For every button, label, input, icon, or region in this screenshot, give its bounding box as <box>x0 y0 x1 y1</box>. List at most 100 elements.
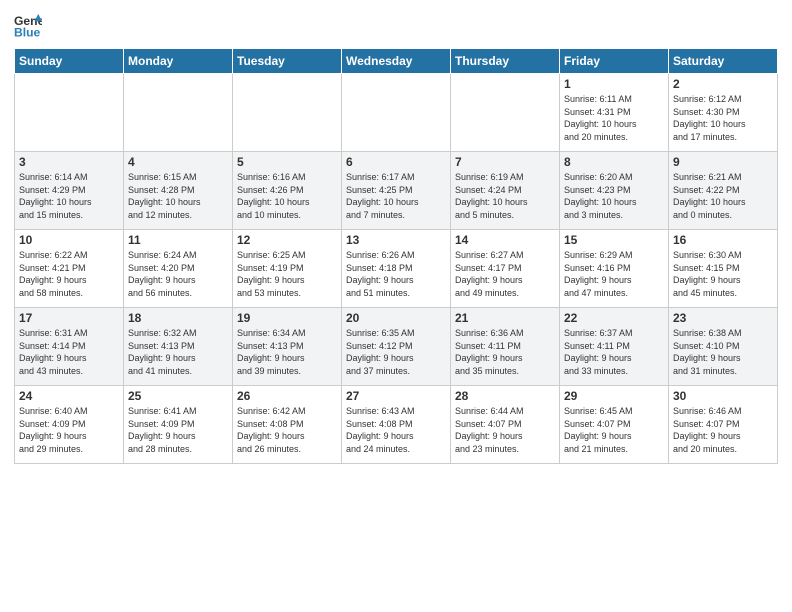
day-info: Sunrise: 6:27 AM Sunset: 4:17 PM Dayligh… <box>455 249 555 299</box>
calendar-cell: 18 Sunrise: 6:32 AM Sunset: 4:13 PM Dayli… <box>124 308 233 386</box>
day-number: 27 <box>346 389 446 403</box>
calendar-cell: 5 Sunrise: 6:16 AM Sunset: 4:26 PM Daylig… <box>233 152 342 230</box>
day-of-week-header: Friday <box>560 49 669 74</box>
calendar-cell: 23Sunrise: 6:38 AM Sunset: 4:10 PM Dayli… <box>669 308 778 386</box>
day-info: Sunrise: 6:11 AM Sunset: 4:31 PM Dayligh… <box>564 93 664 143</box>
day-info: Sunrise: 6:22 AM Sunset: 4:21 PM Dayligh… <box>19 249 119 299</box>
calendar-cell: 22 Sunrise: 6:37 AM Sunset: 4:11 PM Dayli… <box>560 308 669 386</box>
day-number: 26 <box>237 389 337 403</box>
day-of-week-header: Tuesday <box>233 49 342 74</box>
svg-text:Blue: Blue <box>14 25 41 39</box>
calendar-cell: 7 Sunrise: 6:19 AM Sunset: 4:24 PM Daylig… <box>451 152 560 230</box>
day-number: 29 <box>564 389 664 403</box>
day-info: Sunrise: 6:43 AM Sunset: 4:08 PM Dayligh… <box>346 405 446 455</box>
day-number: 1 <box>564 77 664 91</box>
calendar-table: SundayMondayTuesdayWednesdayThursdayFrid… <box>14 48 778 464</box>
day-info: Sunrise: 6:17 AM Sunset: 4:25 PM Dayligh… <box>346 171 446 221</box>
day-number: 10 <box>19 233 119 247</box>
calendar-week-row: 17 Sunrise: 6:31 AM Sunset: 4:14 PM Dayli… <box>15 308 778 386</box>
day-info: Sunrise: 6:15 AM Sunset: 4:28 PM Dayligh… <box>128 171 228 221</box>
calendar-cell: 29Sunrise: 6:45 AM Sunset: 4:07 PM Dayli… <box>560 386 669 464</box>
day-number: 18 <box>128 311 228 325</box>
header: General Blue <box>14 12 778 40</box>
day-number: 8 <box>564 155 664 169</box>
day-info: Sunrise: 6:31 AM Sunset: 4:14 PM Dayligh… <box>19 327 119 377</box>
calendar-cell: 27 Sunrise: 6:43 AM Sunset: 4:08 PM Dayli… <box>342 386 451 464</box>
calendar-cell: 24 Sunrise: 6:40 AM Sunset: 4:09 PM Dayli… <box>15 386 124 464</box>
calendar-cell: 11 Sunrise: 6:24 AM Sunset: 4:20 PM Dayli… <box>124 230 233 308</box>
calendar-cell: 6Sunrise: 6:17 AM Sunset: 4:25 PM Daylig… <box>342 152 451 230</box>
calendar-cell: 9Sunrise: 6:21 AM Sunset: 4:22 PM Daylig… <box>669 152 778 230</box>
day-info: Sunrise: 6:12 AM Sunset: 4:30 PM Dayligh… <box>673 93 773 143</box>
day-number: 4 <box>128 155 228 169</box>
day-info: Sunrise: 6:42 AM Sunset: 4:08 PM Dayligh… <box>237 405 337 455</box>
day-of-week-header: Sunday <box>15 49 124 74</box>
day-of-week-header: Thursday <box>451 49 560 74</box>
day-number: 25 <box>128 389 228 403</box>
day-number: 13 <box>346 233 446 247</box>
day-info: Sunrise: 6:24 AM Sunset: 4:20 PM Dayligh… <box>128 249 228 299</box>
day-info: Sunrise: 6:19 AM Sunset: 4:24 PM Dayligh… <box>455 171 555 221</box>
calendar-cell: 4 Sunrise: 6:15 AM Sunset: 4:28 PM Daylig… <box>124 152 233 230</box>
calendar-cell: 20 Sunrise: 6:35 AM Sunset: 4:12 PM Dayli… <box>342 308 451 386</box>
day-number: 12 <box>237 233 337 247</box>
calendar-cell: 3 Sunrise: 6:14 AM Sunset: 4:29 PM Daylig… <box>15 152 124 230</box>
day-number: 15 <box>564 233 664 247</box>
day-number: 5 <box>237 155 337 169</box>
calendar-cell: 13 Sunrise: 6:26 AM Sunset: 4:18 PM Dayli… <box>342 230 451 308</box>
day-info: Sunrise: 6:46 AM Sunset: 4:07 PM Dayligh… <box>673 405 773 455</box>
day-number: 28 <box>455 389 555 403</box>
logo: General Blue <box>14 12 42 40</box>
calendar-cell: 15 Sunrise: 6:29 AM Sunset: 4:16 PM Dayli… <box>560 230 669 308</box>
calendar-cell: 8Sunrise: 6:20 AM Sunset: 4:23 PM Daylig… <box>560 152 669 230</box>
calendar-cell: 14 Sunrise: 6:27 AM Sunset: 4:17 PM Dayli… <box>451 230 560 308</box>
day-info: Sunrise: 6:34 AM Sunset: 4:13 PM Dayligh… <box>237 327 337 377</box>
day-info: Sunrise: 6:32 AM Sunset: 4:13 PM Dayligh… <box>128 327 228 377</box>
calendar-cell: 10 Sunrise: 6:22 AM Sunset: 4:21 PM Dayli… <box>15 230 124 308</box>
day-number: 16 <box>673 233 773 247</box>
calendar-cell: 25Sunrise: 6:41 AM Sunset: 4:09 PM Dayli… <box>124 386 233 464</box>
day-info: Sunrise: 6:26 AM Sunset: 4:18 PM Dayligh… <box>346 249 446 299</box>
logo-icon: General Blue <box>14 12 42 40</box>
day-info: Sunrise: 6:14 AM Sunset: 4:29 PM Dayligh… <box>19 171 119 221</box>
page-container: General Blue SundayMondayTuesdayWednesda… <box>0 0 792 472</box>
day-number: 21 <box>455 311 555 325</box>
day-info: Sunrise: 6:40 AM Sunset: 4:09 PM Dayligh… <box>19 405 119 455</box>
day-info: Sunrise: 6:25 AM Sunset: 4:19 PM Dayligh… <box>237 249 337 299</box>
day-number: 22 <box>564 311 664 325</box>
calendar-cell: 21 Sunrise: 6:36 AM Sunset: 4:11 PM Dayli… <box>451 308 560 386</box>
day-number: 7 <box>455 155 555 169</box>
day-info: Sunrise: 6:44 AM Sunset: 4:07 PM Dayligh… <box>455 405 555 455</box>
calendar-cell <box>342 74 451 152</box>
day-number: 30 <box>673 389 773 403</box>
calendar-cell: 16 Sunrise: 6:30 AM Sunset: 4:15 PM Dayli… <box>669 230 778 308</box>
day-of-week-header: Saturday <box>669 49 778 74</box>
day-of-week-header: Monday <box>124 49 233 74</box>
calendar-body: 1 Sunrise: 6:11 AM Sunset: 4:31 PM Daylig… <box>15 74 778 464</box>
calendar-week-row: 24 Sunrise: 6:40 AM Sunset: 4:09 PM Dayli… <box>15 386 778 464</box>
calendar-header: SundayMondayTuesdayWednesdayThursdayFrid… <box>15 49 778 74</box>
day-number: 20 <box>346 311 446 325</box>
day-info: Sunrise: 6:30 AM Sunset: 4:15 PM Dayligh… <box>673 249 773 299</box>
calendar-cell: 17 Sunrise: 6:31 AM Sunset: 4:14 PM Dayli… <box>15 308 124 386</box>
day-info: Sunrise: 6:16 AM Sunset: 4:26 PM Dayligh… <box>237 171 337 221</box>
day-number: 17 <box>19 311 119 325</box>
day-info: Sunrise: 6:36 AM Sunset: 4:11 PM Dayligh… <box>455 327 555 377</box>
calendar-cell <box>233 74 342 152</box>
day-number: 24 <box>19 389 119 403</box>
day-info: Sunrise: 6:38 AM Sunset: 4:10 PM Dayligh… <box>673 327 773 377</box>
calendar-week-row: 3 Sunrise: 6:14 AM Sunset: 4:29 PM Daylig… <box>15 152 778 230</box>
day-number: 3 <box>19 155 119 169</box>
day-info: Sunrise: 6:35 AM Sunset: 4:12 PM Dayligh… <box>346 327 446 377</box>
calendar-cell: 2 Sunrise: 6:12 AM Sunset: 4:30 PM Daylig… <box>669 74 778 152</box>
day-info: Sunrise: 6:29 AM Sunset: 4:16 PM Dayligh… <box>564 249 664 299</box>
calendar-cell: 1 Sunrise: 6:11 AM Sunset: 4:31 PM Daylig… <box>560 74 669 152</box>
calendar-cell: 12 Sunrise: 6:25 AM Sunset: 4:19 PM Dayli… <box>233 230 342 308</box>
day-number: 11 <box>128 233 228 247</box>
day-number: 2 <box>673 77 773 91</box>
day-of-week-header: Wednesday <box>342 49 451 74</box>
calendar-week-row: 10 Sunrise: 6:22 AM Sunset: 4:21 PM Dayli… <box>15 230 778 308</box>
day-number: 14 <box>455 233 555 247</box>
day-info: Sunrise: 6:37 AM Sunset: 4:11 PM Dayligh… <box>564 327 664 377</box>
day-number: 19 <box>237 311 337 325</box>
